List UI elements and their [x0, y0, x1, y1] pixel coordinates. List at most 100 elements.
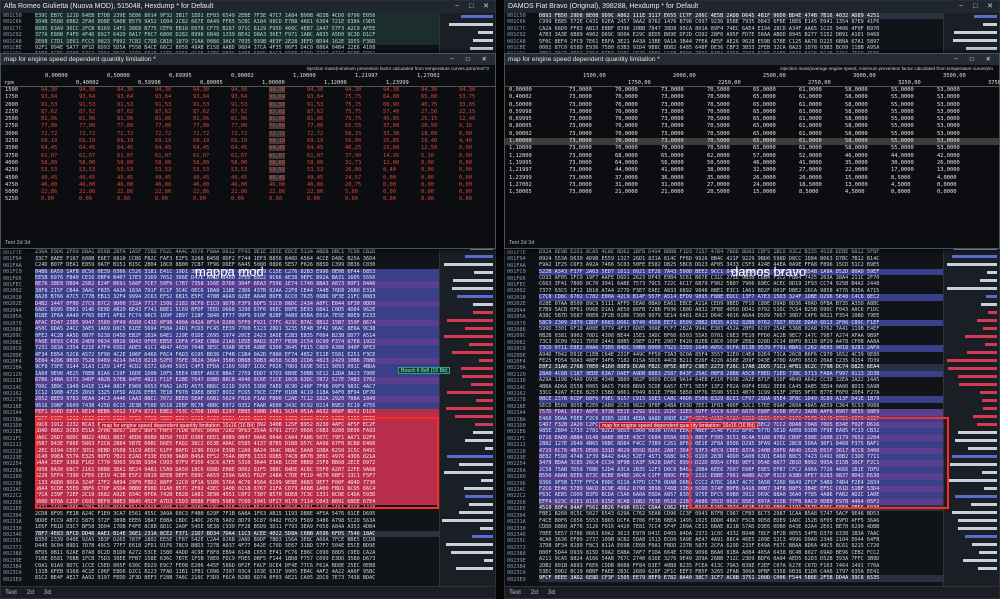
left-map-cell[interactable]: 93,64: [155, 94, 171, 100]
right-map-cell[interactable]: 0,0000: [937, 189, 956, 195]
right-map-cell[interactable]: 58,0000: [845, 102, 868, 108]
right-map-cell[interactable]: 73,0000: [661, 116, 684, 122]
left-hex-row[interactable]: 2CD8 8F95 FE1B A24C F1E0 3CA7 E561 455C …: [35, 511, 439, 517]
left-hex-row[interactable]: B1BE 1F6A AA40 F765 BEF1 AF82 FC74 96C5 …: [35, 313, 439, 320]
left-map-table[interactable]: rpm 0,00000 0,50000 0,69995 0,90002 1,10000 1,…: [1, 72, 495, 204]
right-map-cell[interactable]: 24,0000: [753, 182, 776, 188]
left-bosch-tag[interactable]: Bosch fi 8x8 (16 Bit): [398, 367, 451, 374]
left-hex-row[interactable]: BE76 38E8 DB94 25B2 E24F B691 5A8F 7CE7 …: [35, 281, 439, 288]
left-map-cell[interactable]: 53,53: [117, 167, 133, 173]
left-table-row[interactable]: 1500 94,30 94,30 94,30 94,30 94,30 94,30 94,30 9…: [1, 87, 495, 94]
right-map-cell[interactable]: 31,0000: [615, 182, 638, 188]
left-map-cell[interactable]: 46,00: [269, 182, 285, 188]
left-map-cell[interactable]: 81,06: [231, 116, 247, 122]
left-map-cell[interactable]: 0,00: [421, 175, 434, 181]
right-map-cell[interactable]: 58,0000: [845, 131, 868, 137]
right-map-cell[interactable]: 53,0000: [937, 131, 960, 137]
left-table-row[interactable]: 5250 0,00 0,00 0,00 0,00 0,00 0,00 0,00 0,00 0,00…: [1, 196, 495, 203]
right-map-cell[interactable]: 70,0000: [615, 123, 638, 129]
left-map-cell[interactable]: 94,30: [345, 87, 361, 93]
left-hex-row[interactable]: 377A E80B F4FD 4F4D 8927 6420 0A17 F0C7 …: [35, 32, 439, 39]
right-hex-row[interactable]: CDDD D860 AF76 3126 F916 4420 7E81 7CC4 …: [539, 524, 943, 530]
right-map-cell[interactable]: 73,0000: [569, 109, 592, 115]
right-map-cell[interactable]: 64,0000: [615, 160, 638, 166]
left-map-cell[interactable]: 46,25: [345, 145, 361, 151]
left-map-cell[interactable]: 87,62: [231, 109, 247, 115]
left-map-cell[interactable]: 0,00: [383, 189, 396, 195]
right-map-cell[interactable]: 55,0000: [891, 138, 914, 144]
left-map-cell[interactable]: 93,64: [307, 94, 323, 100]
right-map-cell[interactable]: 65,0000: [753, 138, 776, 144]
left-map-cell[interactable]: 77,00: [155, 123, 171, 129]
right-hex-row[interactable]: E0F2 31A6 276B 70E0 4160 89E9 DCA6 FB2C …: [539, 364, 943, 371]
right-map-text-tab[interactable]: Text: [509, 240, 519, 246]
left-map-cell[interactable]: 20,90: [421, 123, 437, 129]
right-map-cell[interactable]: 61,0000: [799, 123, 822, 129]
left-map-cell[interactable]: 49,45: [79, 175, 95, 181]
left-map-cell[interactable]: 69,19: [269, 138, 286, 145]
right-map-cell[interactable]: 70,5000: [707, 138, 730, 144]
left-map-cell[interactable]: 94,30: [117, 87, 133, 93]
right-map-cell[interactable]: 61,0000: [799, 116, 822, 122]
right-map-cell[interactable]: 21,0000: [615, 189, 638, 195]
right-map-cell[interactable]: 0,0000: [891, 189, 910, 195]
right-map-cell[interactable]: 61,0000: [799, 138, 822, 144]
right-map-cell[interactable]: 22,0000: [845, 167, 868, 173]
left-map-cell[interactable]: 46,00: [231, 182, 247, 188]
left-map-cell[interactable]: 61,07: [79, 153, 95, 159]
right-map-cell[interactable]: 70,5000: [707, 116, 730, 122]
left-table-row[interactable]: 3500 64,45 64,45 64,45 64,45 64,45 64,45 64,45 6…: [1, 145, 495, 152]
left-map-window-buttons[interactable]: − □ ✕: [450, 54, 492, 65]
left-map-cell[interactable]: 72,72: [307, 131, 323, 137]
right-hex-row[interactable]: 5F0C 8EF4 2FC9 7E61 E6FA 3E21 A43A 13BE …: [539, 39, 943, 45]
right-map-cell[interactable]: 65,0000: [753, 87, 776, 93]
right-map-cell[interactable]: 73,0000: [569, 138, 592, 144]
left-map-cell[interactable]: 31,73: [345, 160, 361, 166]
left-map-cell[interactable]: 12,40: [459, 116, 475, 122]
left-map-cell[interactable]: 18,00: [421, 131, 437, 137]
right-map-cell[interactable]: 65,0000: [753, 109, 776, 115]
right-map-cell[interactable]: 73,0000: [661, 109, 684, 115]
left-map-cell[interactable]: 87,62: [155, 109, 171, 115]
right-map-cell[interactable]: 73,0000: [569, 189, 592, 195]
right-map-cell[interactable]: 65,0000: [661, 153, 684, 159]
left-map-cell[interactable]: 46,00: [117, 182, 133, 188]
left-map-cell[interactable]: 61,07: [231, 153, 247, 159]
left-map-cell[interactable]: 93,64: [117, 94, 133, 100]
right-table-row[interactable]: 1,23999 73,0000 37,0000 36,0000 35,0000 26,00…: [505, 175, 999, 182]
left-map-cell[interactable]: 0,00: [421, 196, 434, 202]
left-map-cell[interactable]: 53,53: [307, 167, 323, 173]
right-table-row[interactable]: 1,10000 73,0000 70,0000 70,0000 70,5000 65,00…: [505, 145, 999, 152]
left-map-cell[interactable]: 57,40: [383, 109, 399, 115]
left-map-cell[interactable]: 87,62: [269, 108, 286, 115]
left-map-cell[interactable]: 58,00: [155, 160, 171, 166]
left-map-cell[interactable]: 0,00: [193, 196, 206, 202]
right-map-cell[interactable]: 4,5000: [845, 189, 864, 195]
right-table-row[interactable]: 0,80005 73,0000 70,0000 73,0000 70,5000 65,00…: [505, 123, 999, 130]
right-map-cell[interactable]: 46,0000: [753, 160, 776, 166]
right-map-3d-tab[interactable]: 3d: [528, 240, 534, 246]
left-map-cell[interactable]: 46,00: [155, 182, 171, 188]
left-map-cell[interactable]: 69,19: [193, 138, 209, 144]
left-map-cell[interactable]: 0,00: [41, 196, 54, 202]
left-map-cell[interactable]: 77,00: [41, 123, 57, 129]
right-map-cell[interactable]: 70,5000: [707, 87, 730, 93]
right-table-row[interactable]: 0,50000 73,0000 70,0000 73,0000 70,5000 65,00…: [505, 102, 999, 109]
left-map-cell[interactable]: 93,64: [41, 94, 57, 100]
left-hex-row[interactable]: 236A E9D6 2F69 DBA1 056B 2BFA 1A5F 75BD …: [35, 249, 439, 255]
left-map-cell[interactable]: 53,53: [79, 167, 95, 173]
left-map-cell[interactable]: 0,00: [383, 182, 396, 188]
right-map-cell[interactable]: 4,0000: [937, 175, 956, 181]
left-table-row[interactable]: 3250 69,19 69,19 69,19 69,19 69,19 69,19 69,19 6…: [1, 138, 495, 145]
left-map-cell[interactable]: 46,00: [79, 182, 95, 188]
left-map-cell[interactable]: 5,00: [345, 189, 358, 195]
left-map-cell[interactable]: 64,45: [231, 145, 247, 151]
left-map-cell[interactable]: 81,06: [193, 116, 209, 122]
left-map-cell[interactable]: 58,00: [269, 159, 286, 166]
left-map-cell[interactable]: 46,00: [307, 182, 323, 188]
left-map-cell[interactable]: 69,19: [117, 138, 133, 144]
right-map-cell[interactable]: 55,0000: [891, 102, 914, 108]
right-map-cell[interactable]: 32,5000: [753, 167, 776, 173]
right-map-cell[interactable]: 52,0000: [799, 153, 822, 159]
right-map-cell[interactable]: 53,0000: [937, 123, 960, 129]
